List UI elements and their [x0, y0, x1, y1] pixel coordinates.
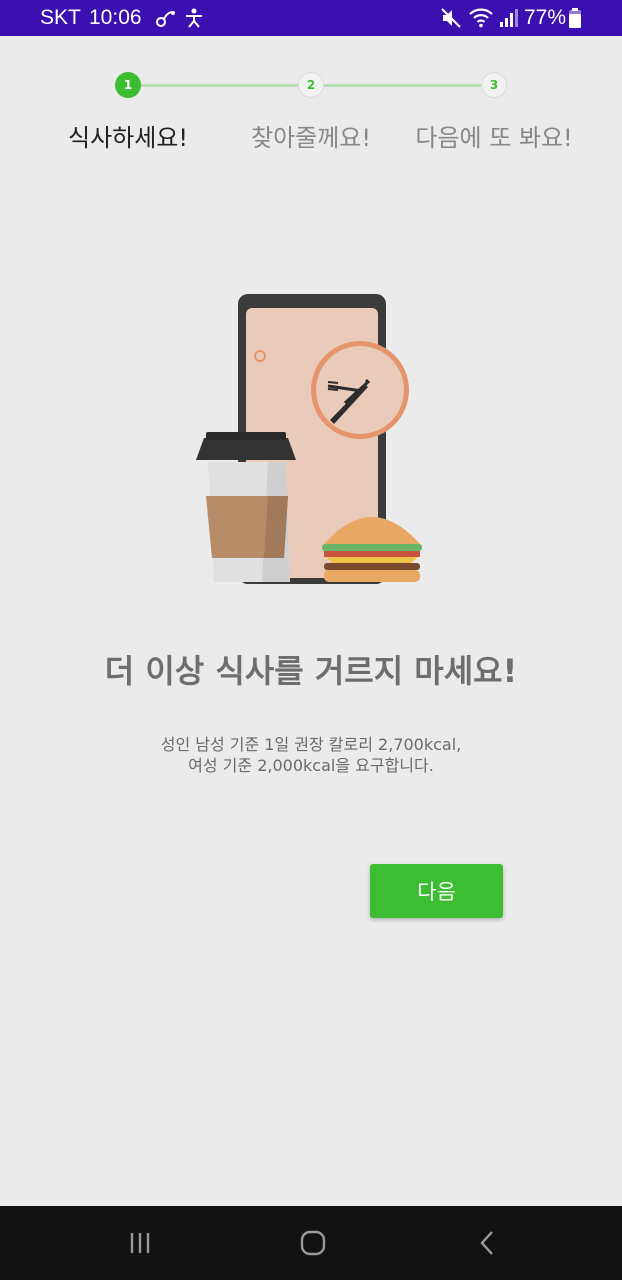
home-icon[interactable]: [296, 1226, 330, 1260]
step-3-label: 다음에 또 봐요!: [415, 124, 573, 152]
status-bar: SKT 10:06 77%: [0, 0, 622, 36]
accessibility-icon: [186, 8, 202, 28]
mute-icon: [441, 8, 461, 28]
wifi-icon: [469, 8, 493, 28]
step-1-indicator: 1: [115, 72, 141, 98]
carrier-name: SKT: [40, 6, 81, 29]
system-nav-bar: [0, 1206, 622, 1280]
back-icon[interactable]: [471, 1226, 505, 1260]
description-line-2: 여성 기준 2,000kcal을 요구합니다.: [188, 756, 434, 775]
status-time: 10:06: [89, 6, 142, 29]
link-icon: [156, 11, 175, 27]
step-connector: [324, 84, 481, 87]
onboarding-stepper: 1 2 3 식사하세요! 찾아줄께요! 다음에 또 봐요!: [0, 70, 622, 170]
battery-percent: 77%: [524, 6, 567, 29]
recent-apps-icon[interactable]: [123, 1226, 157, 1260]
battery-icon: [569, 8, 581, 28]
next-button[interactable]: 다음: [370, 864, 503, 918]
signal-icon: [500, 9, 518, 27]
step-3-indicator: 3: [481, 72, 507, 98]
headline: 더 이상 식사를 거르지 마세요!: [104, 652, 518, 690]
step-1-label: 식사하세요!: [67, 124, 189, 152]
step-2-label: 찾아줄께요!: [250, 124, 372, 152]
step-2-indicator: 2: [298, 72, 324, 98]
coffee-cup-icon: [196, 432, 296, 582]
meal-illustration: [196, 294, 422, 584]
step-connector: [141, 84, 298, 87]
